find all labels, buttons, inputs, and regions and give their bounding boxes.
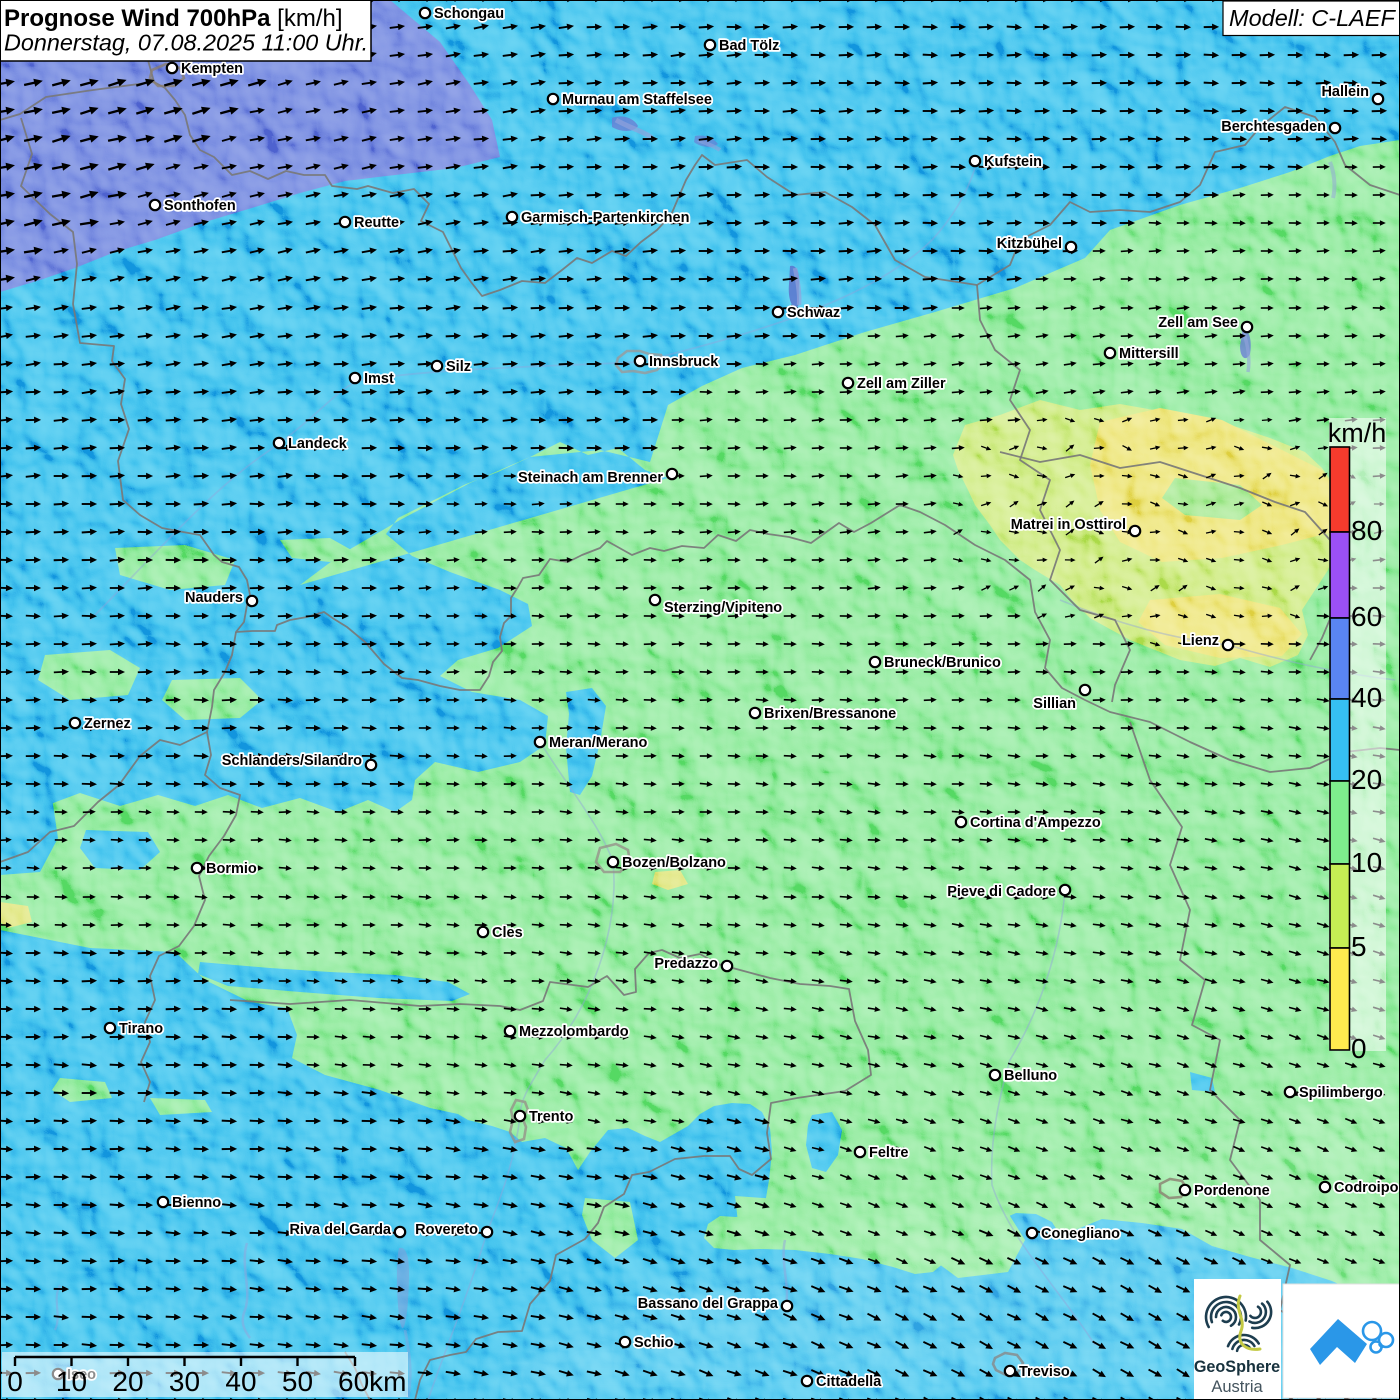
svg-text:40: 40 xyxy=(1351,682,1382,713)
svg-text:Kempten: Kempten xyxy=(181,61,243,77)
svg-text:Codroipo: Codroipo xyxy=(1334,1180,1399,1196)
svg-text:Conegliano: Conegliano xyxy=(1041,1226,1120,1242)
svg-text:Berchtesgaden: Berchtesgaden xyxy=(1221,119,1326,135)
svg-text:Hallein: Hallein xyxy=(1321,84,1369,100)
svg-text:Prognose Wind 700hPa [km/h]: Prognose Wind 700hPa [km/h] xyxy=(4,5,343,32)
svg-text:Rovereto: Rovereto xyxy=(415,1222,478,1238)
svg-text:Silz: Silz xyxy=(446,359,471,375)
svg-text:Cittadella: Cittadella xyxy=(816,1374,882,1390)
svg-text:Innsbruck: Innsbruck xyxy=(649,354,719,370)
svg-text:5: 5 xyxy=(1351,931,1367,962)
svg-text:Tirano: Tirano xyxy=(119,1021,163,1037)
svg-text:Meran/Merano: Meran/Merano xyxy=(549,735,647,751)
svg-text:Trento: Trento xyxy=(529,1109,573,1125)
svg-text:Treviso: Treviso xyxy=(1019,1364,1070,1380)
svg-text:Nauders: Nauders xyxy=(185,590,243,606)
svg-text:30: 30 xyxy=(169,1366,200,1397)
svg-text:20: 20 xyxy=(1351,764,1382,795)
svg-text:Garmisch-Partenkirchen: Garmisch-Partenkirchen xyxy=(521,210,689,226)
svg-text:Riva del Garda: Riva del Garda xyxy=(289,1222,391,1238)
svg-text:Bozen/Bolzano: Bozen/Bolzano xyxy=(622,855,726,871)
svg-text:Modell: C-LAEF: Modell: C-LAEF xyxy=(1229,5,1396,31)
svg-text:Kufstein: Kufstein xyxy=(984,154,1042,170)
svg-text:Spilimbergo: Spilimbergo xyxy=(1299,1085,1383,1101)
svg-text:Zell am See: Zell am See xyxy=(1158,315,1238,331)
svg-text:Bruneck/Brunico: Bruneck/Brunico xyxy=(884,655,1001,671)
svg-text:Cles: Cles xyxy=(492,925,523,941)
svg-text:Bassano del Grappa: Bassano del Grappa xyxy=(638,1296,779,1312)
svg-text:Zell am Ziller: Zell am Ziller xyxy=(857,376,946,392)
svg-text:0: 0 xyxy=(7,1366,23,1397)
svg-text:Brixen/Bressanone: Brixen/Bressanone xyxy=(764,706,896,722)
svg-text:10: 10 xyxy=(1351,847,1382,878)
svg-text:Sillian: Sillian xyxy=(1033,696,1076,712)
svg-text:Belluno: Belluno xyxy=(1004,1068,1057,1084)
svg-text:Donnerstag, 07.08.2025 11:00 U: Donnerstag, 07.08.2025 11:00 Uhr. xyxy=(4,30,368,56)
svg-text:Kitzbühel: Kitzbühel xyxy=(997,236,1062,252)
svg-text:Reutte: Reutte xyxy=(354,215,399,231)
svg-text:40: 40 xyxy=(225,1366,256,1397)
svg-text:Predazzo: Predazzo xyxy=(654,956,718,972)
svg-text:Bormio: Bormio xyxy=(206,861,257,877)
svg-text:Schwaz: Schwaz xyxy=(787,305,840,321)
svg-text:Austria: Austria xyxy=(1211,1378,1263,1396)
svg-text:50: 50 xyxy=(282,1366,313,1397)
svg-text:Sonthofen: Sonthofen xyxy=(164,198,236,214)
svg-text:Schongau: Schongau xyxy=(434,6,504,22)
svg-text:km/h: km/h xyxy=(1328,418,1387,448)
svg-text:60: 60 xyxy=(1351,601,1382,632)
svg-text:Imst: Imst xyxy=(364,371,394,387)
svg-text:80: 80 xyxy=(1351,515,1382,546)
svg-text:Mezzolombardo: Mezzolombardo xyxy=(519,1024,629,1040)
svg-text:Pieve di Cadore: Pieve di Cadore xyxy=(947,884,1056,900)
svg-text:Murnau am Staffelsee: Murnau am Staffelsee xyxy=(562,92,712,108)
svg-text:Steinach am Brenner: Steinach am Brenner xyxy=(518,470,663,486)
svg-text:Mittersill: Mittersill xyxy=(1119,346,1179,362)
svg-text:Landeck: Landeck xyxy=(288,436,348,452)
svg-text:0: 0 xyxy=(1351,1033,1367,1064)
svg-text:Zernez: Zernez xyxy=(84,716,131,732)
svg-text:20: 20 xyxy=(112,1366,143,1397)
svg-text:10: 10 xyxy=(56,1366,87,1397)
svg-text:Schio: Schio xyxy=(634,1335,674,1351)
svg-text:Bienno: Bienno xyxy=(172,1195,221,1211)
svg-text:Lienz: Lienz xyxy=(1182,633,1219,649)
svg-text:Feltre: Feltre xyxy=(869,1145,909,1161)
svg-text:Matrei in Osttirol: Matrei in Osttirol xyxy=(1011,517,1126,533)
svg-text:Pordenone: Pordenone xyxy=(1194,1183,1270,1199)
svg-text:60km: 60km xyxy=(338,1366,406,1397)
svg-text:Cortina d'Ampezzo: Cortina d'Ampezzo xyxy=(970,815,1101,831)
svg-text:Schlanders/Silandro: Schlanders/Silandro xyxy=(222,753,362,769)
svg-text:Sterzing/Vipiteno: Sterzing/Vipiteno xyxy=(664,600,782,616)
svg-text:Bad Tölz: Bad Tölz xyxy=(719,38,779,54)
svg-text:GeoSphere: GeoSphere xyxy=(1194,1358,1280,1376)
